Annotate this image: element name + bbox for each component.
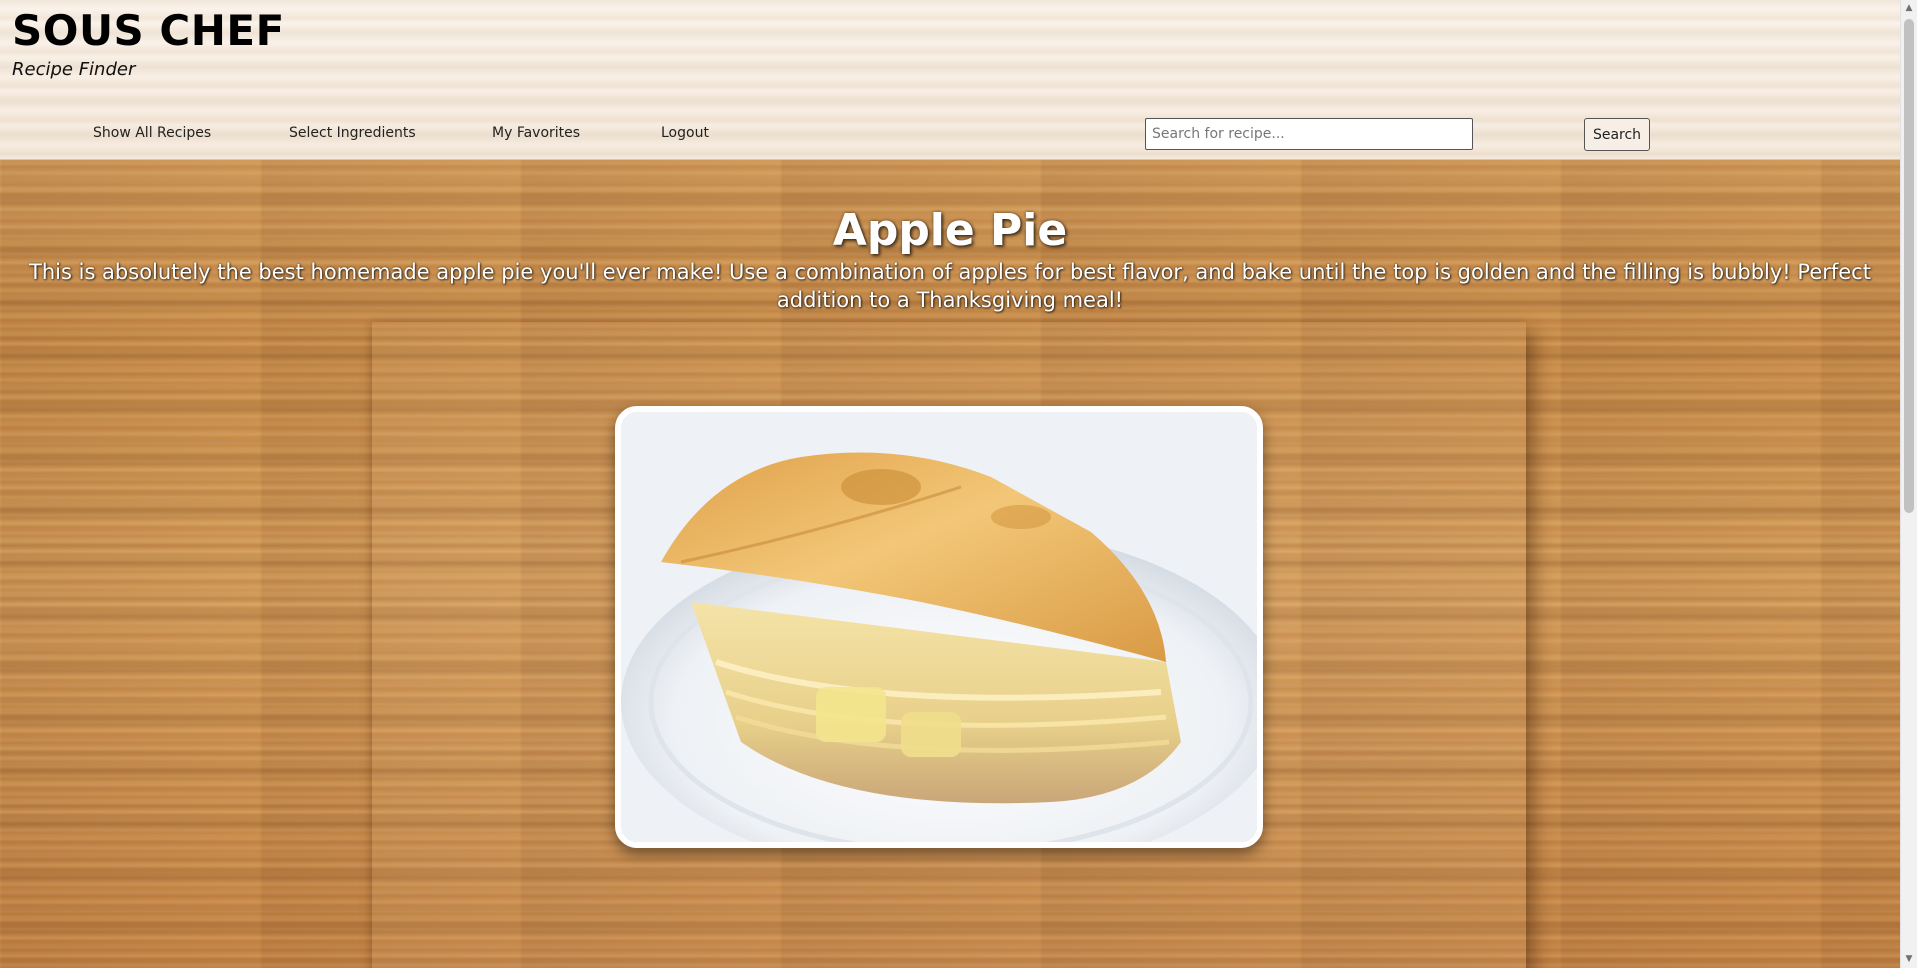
nav-logout[interactable]: Logout: [661, 125, 709, 141]
scroll-down-arrow-icon[interactable]: ▼: [1901, 951, 1917, 968]
brand-subtitle: Recipe Finder: [12, 59, 136, 80]
site-header: SOUS CHEF Recipe Finder Show All Recipes…: [0, 0, 1900, 160]
nav-show-all-recipes[interactable]: Show All Recipes: [93, 125, 211, 141]
nav-my-favorites[interactable]: My Favorites: [492, 125, 580, 141]
nav-select-ingredients[interactable]: Select Ingredients: [289, 125, 416, 141]
brand-title: SOUS CHEF: [12, 6, 285, 55]
recipe-title: Apple Pie: [832, 205, 1068, 256]
recipe-search-input[interactable]: [1145, 118, 1473, 150]
scroll-up-arrow-icon[interactable]: ▲: [1901, 0, 1917, 17]
recipe-description: This is absolutely the best homemade app…: [29, 260, 1871, 312]
scrollbar-thumb[interactable]: [1904, 19, 1914, 513]
recipe-photo: [615, 406, 1263, 848]
search-button[interactable]: Search: [1584, 118, 1650, 151]
apple-pie-image: [621, 412, 1257, 842]
page-scrollbar[interactable]: ▲ ▼: [1900, 0, 1917, 968]
